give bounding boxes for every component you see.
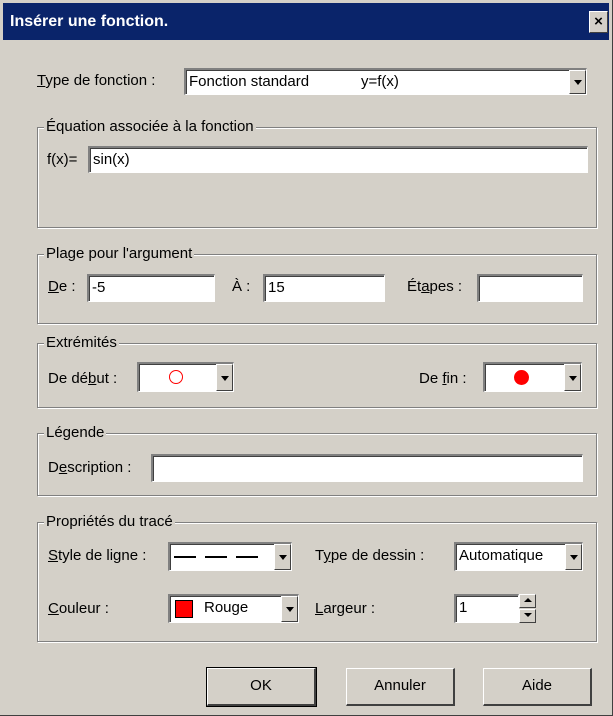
couleur-label: Couleur :	[48, 600, 109, 617]
debut-marker-select[interactable]	[137, 362, 234, 392]
largeur-label: Largeur :	[315, 600, 376, 617]
equation-group-title: Équation associée à la fonction	[44, 118, 256, 136]
fin-marker-select[interactable]	[483, 362, 582, 392]
filled-circle-icon	[514, 370, 529, 385]
description-input[interactable]	[151, 454, 583, 482]
spin-up-icon[interactable]	[519, 594, 536, 608]
color-swatch	[175, 600, 193, 618]
style-ligne-label: Style de ligne :	[48, 547, 147, 564]
proprietes-group-title: Propriétés du tracé	[44, 513, 175, 531]
ok-button[interactable]: OK	[206, 667, 317, 707]
description-label: Description :	[48, 459, 132, 476]
largeur-input[interactable]: 1	[454, 594, 519, 623]
legende-group-title: Légende	[44, 424, 107, 442]
etapes-label: Étapes :	[407, 278, 463, 295]
de-label: De :	[48, 278, 76, 295]
spin-down-icon[interactable]	[519, 609, 536, 623]
fin-label: De fin :	[419, 370, 467, 387]
a-input[interactable]: 15	[263, 274, 385, 302]
chevron-down-icon[interactable]	[565, 544, 582, 570]
type-fonction-select[interactable]: Fonction standard y=f(x)	[184, 68, 587, 95]
type-dessin-select[interactable]: Automatique	[454, 542, 583, 571]
window-title: Insérer une fonction.	[10, 13, 169, 30]
type-dessin-value: Automatique	[459, 547, 544, 564]
type-fonction-selected: Fonction standard	[189, 73, 310, 90]
type-fonction-formula: y=f(x)	[361, 73, 399, 90]
chevron-down-icon[interactable]	[569, 70, 586, 94]
equation-input[interactable]: sin(x)	[88, 146, 588, 173]
close-icon: ×	[594, 13, 603, 30]
aide-button[interactable]: Aide	[483, 668, 592, 706]
line-style-select[interactable]	[168, 542, 292, 571]
chevron-down-icon[interactable]	[274, 544, 291, 570]
annuler-button[interactable]: Annuler	[346, 668, 455, 706]
couleur-select[interactable]: Rouge	[168, 594, 299, 623]
open-circle-icon	[169, 370, 183, 384]
title-bar[interactable]: Insérer une fonction. ×	[3, 3, 609, 40]
type-dessin-label: Type de dessin :	[315, 547, 425, 564]
extremites-group-title: Extrémités	[44, 334, 119, 352]
equation-prefix: f(x)=	[47, 151, 78, 168]
de-input[interactable]: -5	[87, 274, 215, 302]
type-fonction-label: Type de fonction :	[37, 72, 156, 89]
chevron-down-icon[interactable]	[281, 596, 298, 622]
debut-label: De début :	[48, 370, 118, 387]
chevron-down-icon[interactable]	[564, 364, 581, 391]
chevron-down-icon[interactable]	[216, 364, 233, 391]
couleur-value: Rouge	[204, 599, 249, 616]
plage-group-title: Plage pour l'argument	[44, 245, 195, 263]
dashed-line-icon	[174, 556, 266, 558]
close-button[interactable]: ×	[589, 11, 608, 33]
a-label: À :	[232, 278, 251, 295]
insert-function-dialog: Insérer une fonction. × Type de fonction…	[0, 0, 613, 716]
proprietes-group: Propriétés du tracé	[37, 513, 597, 642]
equation-group: Équation associée à la fonction	[37, 118, 597, 228]
etapes-input[interactable]	[477, 274, 583, 302]
